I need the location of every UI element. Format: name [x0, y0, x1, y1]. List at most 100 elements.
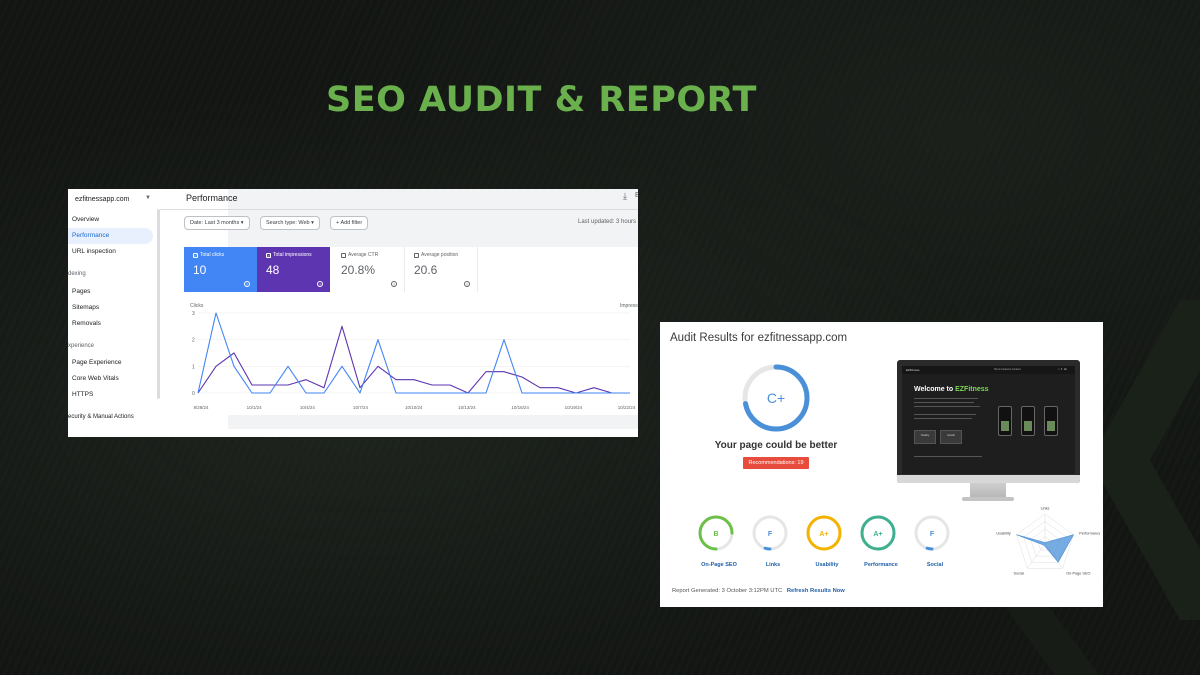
overall-grade: C+ — [767, 390, 785, 406]
queries-card — [184, 429, 638, 437]
background-chevron — [1090, 300, 1200, 620]
score-label: Usability — [815, 562, 839, 568]
audit-results-screenshot: Audit Results for ezfitnessapp.com C+ Yo… — [660, 322, 1103, 607]
score-grade: F — [768, 531, 773, 538]
score-on-page-seo[interactable]: B On-Page SEO — [697, 514, 741, 568]
help-icon[interactable]: ? — [317, 281, 323, 287]
property-name: ezfitnessapp.com — [75, 196, 130, 203]
website-preview: EZFitness Home Features Contact ⌕ ◐ ☰ We… — [902, 366, 1075, 474]
grade-message: Your page could be better — [714, 440, 838, 451]
preview-button-label: Growth — [946, 434, 956, 437]
score-label: Links — [765, 562, 781, 568]
report-footer: Report Generated: 3 October 3:12PM UTC R… — [672, 588, 845, 594]
clicks-impressions-chart: Clicks Impress 3 2 1 0 9/28/24 10/1/24 10/4/24 10… — [190, 303, 638, 410]
position-value: 20.6 — [414, 263, 438, 277]
nav-overview[interactable]: Overview — [68, 212, 153, 228]
score-grade: F — [930, 531, 935, 538]
y-axis-label: Clicks — [190, 303, 204, 309]
score-social[interactable]: F Social — [913, 514, 957, 568]
search-console-screenshot: ezfitnessapp.com ▼ Overview Performance … — [68, 189, 638, 437]
score-grade: B — [713, 531, 718, 538]
preview-phone-image — [998, 406, 1012, 436]
score-ring: B — [698, 515, 734, 551]
x-tick-label: 10/4/24 — [300, 405, 316, 410]
download-icon[interactable]: ⤓ — [623, 191, 627, 202]
nav-performance[interactable]: Performance — [68, 228, 153, 244]
metric-average-position[interactable]: Average position 20.6 ? — [405, 247, 478, 292]
preview-button-label: Healthy — [920, 434, 930, 437]
checkbox-unchecked-icon — [414, 252, 419, 258]
y-tick-label: 1 — [192, 364, 195, 370]
nav-sitemaps[interactable]: Sitemaps — [68, 300, 153, 316]
preview-text-line — [914, 418, 972, 419]
monitor-chin — [897, 475, 1080, 483]
score-usability[interactable]: A+ Usability — [805, 514, 849, 568]
export-label[interactable]: E — [635, 192, 638, 199]
x-tick-label: 10/16/24 — [511, 405, 529, 410]
metric-average-ctr[interactable]: Average CTR 20.8% ? — [332, 247, 405, 292]
x-tick-label: 10/10/24 — [405, 405, 423, 410]
nav-page-experience[interactable]: Page Experience — [68, 355, 153, 371]
checkbox-checked-icon: ✓ — [266, 252, 271, 258]
preview-text-line — [914, 398, 978, 399]
score-performance[interactable]: A+ Performance — [859, 514, 903, 568]
add-filter-button[interactable]: + Add filter — [330, 216, 369, 230]
nav-https[interactable]: HTTPS — [68, 387, 153, 403]
y2-axis-label: Impress — [620, 303, 638, 309]
chevron-down-icon: ▼ — [145, 195, 151, 201]
preview-navbar: EZFitness Home Features Contact ⌕ ◐ ☰ — [902, 366, 1075, 374]
preview-text-line — [914, 402, 974, 403]
property-selector[interactable]: ezfitnessapp.com ▼ — [71, 192, 153, 207]
clicks-value: 10 — [193, 263, 207, 277]
x-tick-label: 10/19/24 — [565, 405, 583, 410]
radar-axis-label: Links — [1041, 507, 1050, 511]
preview-phone-image — [1021, 406, 1035, 436]
preview-text-line — [914, 414, 976, 415]
background-stripe — [1000, 600, 1110, 675]
preview-heading-prefix: Welcome to — [914, 386, 956, 393]
clicks-label: Total clicks — [200, 252, 225, 258]
preview-text-line — [914, 406, 980, 407]
recommendations-badge[interactable]: Recommendations: 19 — [743, 457, 809, 469]
y-tick-label: 0 — [192, 391, 195, 397]
series-line — [197, 325, 630, 394]
impressions-value: 48 — [266, 263, 280, 277]
refresh-results-link[interactable]: Refresh Results Now — [787, 588, 845, 594]
help-icon[interactable]: ? — [464, 281, 470, 287]
help-icon[interactable]: ? — [391, 281, 397, 287]
score-label: On-Page SEO — [701, 562, 737, 568]
preview-phone-image — [1044, 406, 1058, 436]
y-tick-label: 2 — [192, 338, 195, 344]
overall-grade-ring: C+ — [742, 364, 810, 432]
radar-axis-label: Performance — [1079, 531, 1100, 535]
add-filter-label: Add filter — [340, 220, 363, 226]
radar-axis-label: On-Page SEO — [1066, 572, 1090, 576]
x-tick-label: 9/28/24 — [193, 405, 209, 410]
x-tick-label: 10/13/24 — [458, 405, 476, 410]
search-type-label: Search type: Web — [266, 220, 310, 226]
performance-title: Performance — [186, 193, 238, 203]
metric-total-clicks[interactable]: ✓ Total clicks 10 ? — [184, 247, 257, 292]
nav-core-web-vitals[interactable]: Core Web Vitals — [68, 371, 153, 387]
score-links[interactable]: F Links — [751, 514, 795, 568]
nav-url-inspection[interactable]: URL inspection — [68, 244, 153, 260]
nav-security-manual-actions[interactable]: ecurity & Manual Actions — [68, 414, 134, 420]
performance-chart-card: ✓ Total clicks 10 ? ✓ Total impressions 48… — [184, 247, 638, 415]
date-filter-chip[interactable]: Date: Last 3 months ▾ — [184, 216, 250, 230]
page-title: SEO AUDIT & REPORT — [326, 80, 757, 120]
help-icon[interactable]: ? — [244, 281, 250, 287]
search-type-chip[interactable]: Search type: Web ▾ — [260, 216, 320, 230]
x-tick-label: 10/7/24 — [353, 405, 369, 410]
preview-nav-links: Home Features Contact — [994, 368, 1021, 371]
score-grade: A+ — [819, 531, 828, 538]
last-updated: Last updated: 3 hours — [578, 219, 637, 225]
score-grade: A+ — [873, 531, 882, 538]
nav-pages[interactable]: Pages — [68, 284, 153, 300]
preview-text-line — [914, 456, 982, 457]
nav-removals[interactable]: Removals — [68, 316, 153, 332]
header-divider — [160, 209, 638, 210]
preview-button: Healthy — [914, 430, 936, 444]
monitor-screen: EZFitness Home Features Contact ⌕ ◐ ☰ We… — [897, 360, 1080, 483]
metric-total-impressions[interactable]: ✓ Total impressions 48 ? — [257, 247, 330, 292]
preview-heading-brand: EZFitness — [955, 386, 989, 393]
